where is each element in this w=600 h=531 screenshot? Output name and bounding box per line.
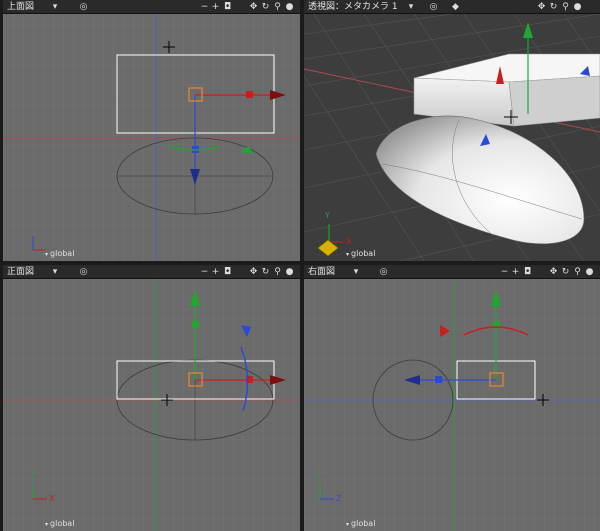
view-mode-icon[interactable]: ◎ xyxy=(78,0,89,14)
viewport-title-top: 上面図 xyxy=(7,2,35,12)
view-dropdown-icon[interactable]: ▾ xyxy=(352,265,360,279)
svg-text:X: X xyxy=(346,237,352,246)
svg-text:Y: Y xyxy=(324,211,330,220)
zoom-icon[interactable]: ⚲ xyxy=(272,0,283,14)
zoom-icon[interactable]: ⚲ xyxy=(572,265,583,279)
x-scale-handle[interactable] xyxy=(246,91,253,98)
render-ball-icon[interactable]: ● xyxy=(284,265,295,279)
pan-icon[interactable]: ✥ xyxy=(536,0,547,14)
viewport-header-perspective: 透視図：メタカメラ 1 ▾ ◎ ◆ ✥ ↻ ⚲ ● xyxy=(304,0,600,14)
viewport-perspective[interactable]: 透視図：メタカメラ 1 ▾ ◎ ◆ ✥ ↻ ⚲ ● Y X ▾ global xyxy=(304,0,600,261)
view-mode-icon[interactable]: ◎ xyxy=(428,0,439,14)
viewport-header-right: 右面図 ▾ ◎ − + ◘ ✥ ↻ ⚲ ● xyxy=(304,265,600,279)
zoom-in-icon[interactable]: + xyxy=(210,0,221,14)
view-dropdown-icon[interactable]: ▾ xyxy=(407,0,415,14)
zoom-icon[interactable]: ⚲ xyxy=(272,265,283,279)
coordinate-dropdown-icon: ▾ xyxy=(346,521,350,528)
viewport-title-perspective: 透視図：メタカメラ 1 xyxy=(308,2,398,12)
view-mode-icon[interactable]: ◎ xyxy=(378,265,389,279)
z-scale-handle[interactable] xyxy=(435,376,442,383)
viewport-top[interactable]: 上面図 ▾ ◎ − + ◘ ✥ ↻ ⚲ ● ▾ global xyxy=(3,0,300,261)
viewport-front[interactable]: 正面図 ▾ ◎ − + ◘ ✥ ↻ ⚲ ● Y X ▾ global xyxy=(3,265,300,531)
view-dropdown-icon[interactable]: ▾ xyxy=(51,265,59,279)
viewport-right[interactable]: 右面図 ▾ ◎ − + ◘ ✥ ↻ ⚲ ● Y Z ▾ global xyxy=(304,265,600,531)
view-mode-icon[interactable]: ◎ xyxy=(78,265,89,279)
grid xyxy=(304,279,600,531)
top-view-canvas[interactable] xyxy=(3,14,300,261)
perspective-view-canvas[interactable]: Y X xyxy=(304,14,600,261)
zoom-out-icon[interactable]: − xyxy=(499,265,510,279)
render-ball-icon[interactable]: ● xyxy=(572,0,583,14)
camera-icon[interactable]: ◘ xyxy=(222,0,233,14)
zoom-out-icon[interactable]: − xyxy=(199,0,210,14)
rotate-icon[interactable]: ↻ xyxy=(260,265,271,279)
svg-text:Z: Z xyxy=(336,494,342,503)
render-ball-icon[interactable]: ● xyxy=(584,265,595,279)
camera-icon[interactable]: ◘ xyxy=(222,265,233,279)
shading-mode-icon[interactable]: ◆ xyxy=(450,0,461,14)
zoom-in-icon[interactable]: + xyxy=(210,265,221,279)
grid xyxy=(3,14,300,261)
right-view-canvas[interactable]: Y Z xyxy=(304,279,600,531)
coordinate-selector-perspective[interactable]: ▾ global xyxy=(346,249,375,258)
coordinate-selector-top[interactable]: ▾ global xyxy=(45,249,74,258)
viewport-header-top: 上面図 ▾ ◎ − + ◘ ✥ ↻ ⚲ ● xyxy=(3,0,300,14)
zoom-icon[interactable]: ⚲ xyxy=(560,0,571,14)
coordinate-selector-right[interactable]: ▾ global xyxy=(346,519,375,528)
pan-icon[interactable]: ✥ xyxy=(248,0,259,14)
y-scale-handle[interactable] xyxy=(192,321,199,328)
zoom-out-icon[interactable]: − xyxy=(199,265,210,279)
coordinate-selector-front[interactable]: ▾ global xyxy=(45,519,74,528)
rotate-icon[interactable]: ↻ xyxy=(560,265,571,279)
zoom-in-icon[interactable]: + xyxy=(510,265,521,279)
render-ball-icon[interactable]: ● xyxy=(284,0,295,14)
viewport-header-front: 正面図 ▾ ◎ − + ◘ ✥ ↻ ⚲ ● xyxy=(3,265,300,279)
rotate-icon[interactable]: ↻ xyxy=(548,0,559,14)
view-dropdown-icon[interactable]: ▾ xyxy=(51,0,59,14)
svg-text:Y: Y xyxy=(316,470,322,479)
viewport-title-front: 正面図 xyxy=(7,267,35,277)
pan-icon[interactable]: ✥ xyxy=(248,265,259,279)
coordinate-dropdown-icon: ▾ xyxy=(45,521,49,528)
rotate-icon[interactable]: ↻ xyxy=(260,0,271,14)
coordinate-dropdown-icon: ▾ xyxy=(45,251,49,258)
svg-text:X: X xyxy=(49,494,55,503)
coordinate-dropdown-icon: ▾ xyxy=(346,251,350,258)
front-view-canvas[interactable]: Y X xyxy=(3,279,300,531)
pan-icon[interactable]: ✥ xyxy=(548,265,559,279)
svg-text:Y: Y xyxy=(30,470,36,479)
camera-icon[interactable]: ◘ xyxy=(522,265,533,279)
grid xyxy=(3,279,300,531)
viewport-title-right: 右面図 xyxy=(308,267,336,277)
